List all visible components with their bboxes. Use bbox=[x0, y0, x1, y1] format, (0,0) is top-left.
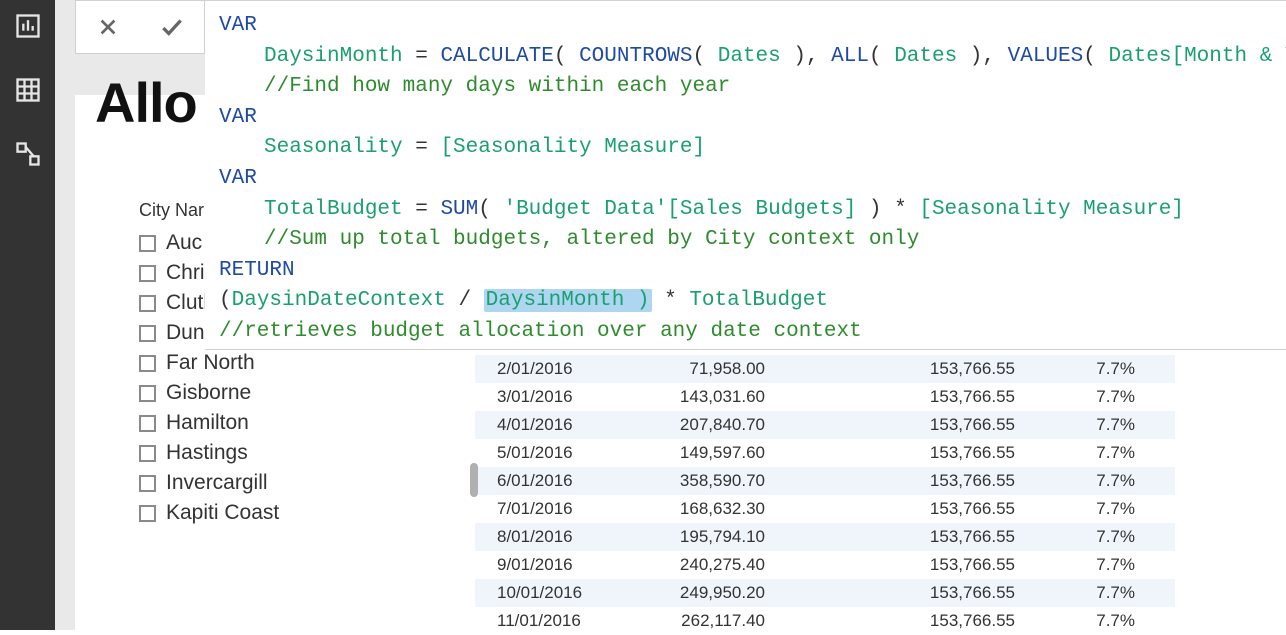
cell-value-3: 7.7% bbox=[1025, 471, 1145, 491]
cell-value-2: 153,766.55 bbox=[775, 359, 1025, 379]
table-row[interactable]: 5/01/2016149,597.60153,766.557.7% bbox=[475, 439, 1175, 467]
formula-action-bar bbox=[75, 0, 205, 54]
scrollbar-thumb[interactable] bbox=[470, 463, 478, 497]
checkbox-icon[interactable] bbox=[139, 265, 156, 282]
cell-value-3: 7.7% bbox=[1025, 359, 1145, 379]
cell-value-2: 153,766.55 bbox=[775, 583, 1025, 603]
table-row[interactable]: 7/01/2016168,632.30153,766.557.7% bbox=[475, 495, 1175, 523]
page-title: Allo bbox=[95, 70, 197, 135]
data-table[interactable]: 2/01/201671,958.00153,766.557.7%3/01/201… bbox=[475, 355, 1175, 635]
comment: //retrieves budget allocation over any d… bbox=[219, 320, 862, 343]
cell-value-1: 168,632.30 bbox=[605, 499, 775, 519]
cell-date: 2/01/2016 bbox=[475, 359, 605, 379]
slicer-item[interactable]: Kapiti Coast bbox=[139, 498, 399, 528]
checkbox-icon[interactable] bbox=[139, 355, 156, 372]
cancel-button[interactable] bbox=[88, 7, 128, 47]
table-row[interactable]: 9/01/2016240,275.40153,766.557.7% bbox=[475, 551, 1175, 579]
table-row[interactable]: 11/01/2016262,117.40153,766.557.7% bbox=[475, 607, 1175, 635]
cell-date: 9/01/2016 bbox=[475, 555, 605, 575]
cell-value-3: 7.7% bbox=[1025, 583, 1145, 603]
slicer-item-label: Hastings bbox=[166, 441, 248, 465]
cell-date: 10/01/2016 bbox=[475, 583, 605, 603]
cell-value-2: 153,766.55 bbox=[775, 471, 1025, 491]
table-row[interactable]: 8/01/2016195,794.10153,766.557.7% bbox=[475, 523, 1175, 551]
cell-date: 5/01/2016 bbox=[475, 443, 605, 463]
cell-value-2: 153,766.55 bbox=[775, 443, 1025, 463]
comment: //Find how many days within each year bbox=[264, 75, 730, 98]
var-totalbudget: TotalBudget bbox=[264, 198, 403, 221]
slicer-item-label: Gisborne bbox=[166, 381, 251, 405]
cell-value-3: 7.7% bbox=[1025, 499, 1145, 519]
slicer-item[interactable]: Far North bbox=[139, 348, 399, 378]
cell-value-1: 249,950.20 bbox=[605, 583, 775, 603]
cell-date: 8/01/2016 bbox=[475, 527, 605, 547]
cell-value-1: 71,958.00 bbox=[605, 359, 775, 379]
report-canvas: Allo City Nar AucChristchurchCluthaDuned… bbox=[55, 0, 1286, 630]
cell-value-1: 240,275.40 bbox=[605, 555, 775, 575]
cell-value-2: 153,766.55 bbox=[775, 527, 1025, 547]
cell-date: 3/01/2016 bbox=[475, 387, 605, 407]
keyword-return: RETURN bbox=[219, 259, 295, 282]
report-view-icon[interactable] bbox=[14, 12, 42, 40]
var-daysinmonth: DaysinMonth bbox=[264, 45, 403, 68]
cell-value-3: 7.7% bbox=[1025, 415, 1145, 435]
cell-value-2: 153,766.55 bbox=[775, 555, 1025, 575]
checkbox-icon[interactable] bbox=[139, 325, 156, 342]
cell-date: 6/01/2016 bbox=[475, 471, 605, 491]
table-row[interactable]: 4/01/2016207,840.70153,766.557.7% bbox=[475, 411, 1175, 439]
var-seasonality: Seasonality bbox=[264, 136, 403, 159]
slicer-item[interactable]: Hamilton bbox=[139, 408, 399, 438]
slicer-item[interactable]: Hastings bbox=[139, 438, 399, 468]
cell-value-1: 195,794.10 bbox=[605, 527, 775, 547]
keyword-var: VAR bbox=[219, 14, 257, 37]
checkbox-icon[interactable] bbox=[139, 505, 156, 522]
slicer-item[interactable]: Invercargill bbox=[139, 468, 399, 498]
cell-value-1: 143,031.60 bbox=[605, 387, 775, 407]
cell-date: 4/01/2016 bbox=[475, 415, 605, 435]
checkbox-icon[interactable] bbox=[139, 475, 156, 492]
left-nav-rail bbox=[0, 0, 55, 630]
checkbox-icon[interactable] bbox=[139, 295, 156, 312]
cell-value-3: 7.7% bbox=[1025, 443, 1145, 463]
checkbox-icon[interactable] bbox=[139, 445, 156, 462]
cell-value-1: 149,597.60 bbox=[605, 443, 775, 463]
slicer-item-label: Kapiti Coast bbox=[166, 501, 279, 525]
checkbox-icon[interactable] bbox=[139, 415, 156, 432]
checkbox-icon[interactable] bbox=[139, 235, 156, 252]
table-row[interactable]: 3/01/2016143,031.60153,766.557.7% bbox=[475, 383, 1175, 411]
commit-button[interactable] bbox=[152, 7, 192, 47]
cell-value-3: 7.7% bbox=[1025, 611, 1145, 631]
table-row[interactable]: 6/01/2016358,590.70153,766.557.7% bbox=[475, 467, 1175, 495]
slicer-item[interactable]: Gisborne bbox=[139, 378, 399, 408]
cell-value-3: 7.7% bbox=[1025, 555, 1145, 575]
comment: //Sum up total budgets, altered by City … bbox=[264, 228, 919, 251]
cell-value-3: 7.7% bbox=[1025, 527, 1145, 547]
data-view-icon[interactable] bbox=[14, 76, 42, 104]
cell-value-3: 7.7% bbox=[1025, 387, 1145, 407]
checkbox-icon[interactable] bbox=[139, 385, 156, 402]
cell-value-2: 153,766.55 bbox=[775, 499, 1025, 519]
slicer-item-label: Hamilton bbox=[166, 411, 249, 435]
table-row[interactable]: 10/01/2016249,950.20153,766.557.7% bbox=[475, 579, 1175, 607]
highlighted-token: DaysinMonth ) bbox=[484, 289, 652, 312]
dax-formula-editor[interactable]: VAR DaysinMonth = CALCULATE( COUNTROWS( … bbox=[205, 0, 1286, 350]
cell-value-1: 207,840.70 bbox=[605, 415, 775, 435]
cell-date: 7/01/2016 bbox=[475, 499, 605, 519]
cell-value-1: 358,590.70 bbox=[605, 471, 775, 491]
cell-date: 11/01/2016 bbox=[475, 611, 605, 631]
cell-value-2: 153,766.55 bbox=[775, 611, 1025, 631]
cell-value-1: 262,117.40 bbox=[605, 611, 775, 631]
slicer-field-label: City Nar bbox=[139, 200, 204, 221]
slicer-item-label: Auc bbox=[166, 231, 202, 255]
cell-value-2: 153,766.55 bbox=[775, 387, 1025, 407]
cell-value-2: 153,766.55 bbox=[775, 415, 1025, 435]
model-view-icon[interactable] bbox=[14, 140, 42, 168]
table-row[interactable]: 2/01/201671,958.00153,766.557.7% bbox=[475, 355, 1175, 383]
slicer-item-label: Invercargill bbox=[166, 471, 268, 495]
slicer-item-label: Far North bbox=[166, 351, 255, 375]
